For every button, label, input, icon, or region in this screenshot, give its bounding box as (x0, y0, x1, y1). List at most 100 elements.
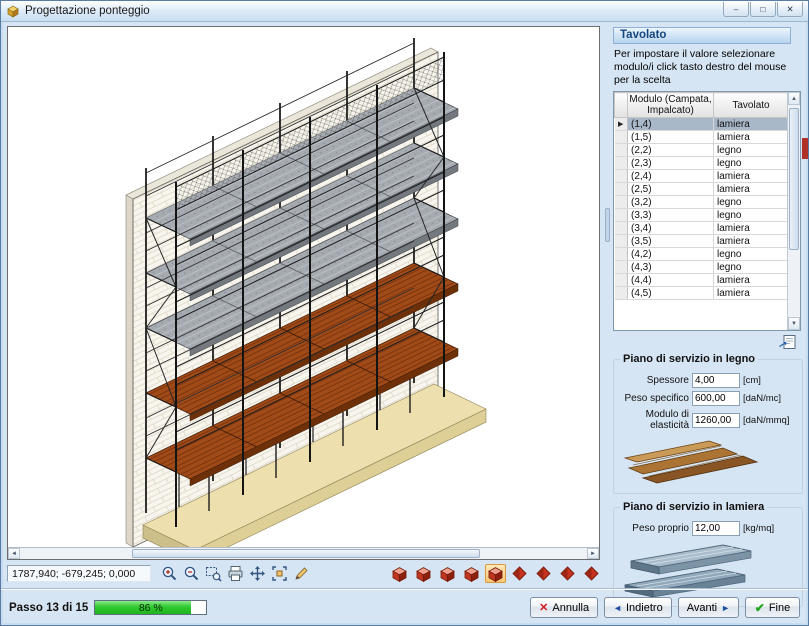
row-selector-cell[interactable] (615, 170, 628, 183)
column-header-modulo[interactable]: Modulo (Campata, Impalcato) (628, 93, 714, 118)
vscroll-thumb[interactable] (789, 108, 799, 250)
modulo-cell[interactable]: (3,3) (628, 209, 714, 222)
panel-splitter[interactable] (602, 26, 612, 560)
canvas-horizontal-scrollbar[interactable]: ◄ ► (8, 547, 599, 559)
table-row[interactable]: (2,3)legno (615, 157, 789, 170)
table-scrollbar[interactable]: ▲ ▼ (787, 92, 800, 330)
table-row[interactable]: (2,4)lamiera (615, 170, 789, 183)
scroll-down-icon[interactable]: ▼ (788, 317, 800, 330)
indietro-button[interactable]: ◄ Indietro (604, 597, 672, 618)
scroll-up-icon[interactable]: ▲ (788, 92, 800, 105)
modulo-cell[interactable]: (4,4) (628, 274, 714, 287)
close-button[interactable]: ✕ (777, 2, 803, 17)
row-selector-cell[interactable] (615, 157, 628, 170)
table-row[interactable]: (2,2)legno (615, 144, 789, 157)
row-selector-cell[interactable] (615, 209, 628, 222)
cube-view-button-2[interactable] (413, 564, 434, 583)
scroll-left-icon[interactable]: ◄ (8, 548, 20, 559)
tavolato-cell[interactable]: legno (714, 248, 789, 261)
column-header-tavolato[interactable]: Tavolato (714, 93, 789, 118)
annulla-button[interactable]: ✕ Annulla (530, 597, 598, 618)
apply-selection-icon[interactable] (778, 334, 797, 350)
table-row[interactable]: (2,5)lamiera (615, 183, 789, 196)
tavolato-cell[interactable]: legno (714, 209, 789, 222)
modulo-cell[interactable]: (3,2) (628, 196, 714, 209)
row-selector-cell[interactable] (615, 274, 628, 287)
modulo-cell[interactable]: (2,2) (628, 144, 714, 157)
zoom-in-button[interactable] (159, 564, 179, 583)
diamond-view-button-1[interactable] (509, 564, 530, 583)
diamond-view-button-4[interactable] (581, 564, 602, 583)
pan-button[interactable] (247, 564, 267, 583)
hscroll-thumb[interactable] (132, 549, 480, 558)
hscroll-track[interactable] (20, 548, 587, 559)
cube-view-button-4[interactable] (461, 564, 482, 583)
row-selector-cell[interactable] (615, 261, 628, 274)
modulo-cell[interactable]: (1,4) (628, 118, 714, 131)
table-row[interactable]: (3,3)legno (615, 209, 789, 222)
table-row[interactable]: (1,5)lamiera (615, 131, 789, 144)
zoom-extents-button[interactable] (269, 564, 289, 583)
cube-view-button-3[interactable] (437, 564, 458, 583)
tavolato-cell[interactable]: lamiera (714, 222, 789, 235)
table-row[interactable]: (4,5)lamiera (615, 287, 789, 300)
fine-button[interactable]: ✔ Fine (745, 597, 800, 618)
table-row[interactable]: (4,3)legno (615, 261, 789, 274)
avanti-button[interactable]: Avanti ► (678, 597, 739, 618)
tavolato-cell[interactable]: lamiera (714, 287, 789, 300)
table-row[interactable]: (3,2)legno (615, 196, 789, 209)
peso-proprio-input[interactable] (692, 521, 740, 536)
row-selector-cell[interactable] (615, 131, 628, 144)
row-selector-cell[interactable] (615, 196, 628, 209)
row-selector-cell[interactable] (615, 144, 628, 157)
row-selector-cell[interactable] (615, 222, 628, 235)
peso-specifico-input[interactable] (692, 391, 740, 406)
tavolato-cell[interactable]: legno (714, 261, 789, 274)
table-row[interactable]: ▶(1,4)lamiera (615, 118, 789, 131)
modulo-cell[interactable]: (4,5) (628, 287, 714, 300)
tavolato-cell[interactable]: lamiera (714, 183, 789, 196)
scaffold-3d-view[interactable]: ◄ ► (7, 26, 600, 560)
diamond-view-button-2[interactable] (533, 564, 554, 583)
modulo-cell[interactable]: (2,3) (628, 157, 714, 170)
table-row[interactable]: (4,4)lamiera (615, 274, 789, 287)
row-selector-cell[interactable] (615, 235, 628, 248)
modulo-cell[interactable]: (3,4) (628, 222, 714, 235)
table-row[interactable]: (3,5)lamiera (615, 235, 789, 248)
splitter-grip[interactable] (605, 208, 610, 242)
tavolato-table[interactable]: Modulo (Campata, Impalcato) Tavolato ▶(1… (613, 91, 801, 331)
maximize-button[interactable]: □ (750, 2, 776, 17)
table-row[interactable]: (3,4)lamiera (615, 222, 789, 235)
scroll-right-icon[interactable]: ► (587, 548, 599, 559)
modulo-cell[interactable]: (4,3) (628, 261, 714, 274)
tavolato-cell[interactable]: lamiera (714, 131, 789, 144)
zoom-window-button[interactable] (203, 564, 223, 583)
modulo-elasticita-input[interactable] (692, 413, 740, 428)
row-selector-cell[interactable] (615, 183, 628, 196)
tavolato-cell[interactable]: lamiera (714, 170, 789, 183)
spessore-input[interactable] (692, 373, 740, 388)
diamond-view-button-3[interactable] (557, 564, 578, 583)
modulo-cell[interactable]: (3,5) (628, 235, 714, 248)
modulo-cell[interactable]: (2,4) (628, 170, 714, 183)
print-button[interactable] (225, 564, 245, 583)
tavolato-cell[interactable]: legno (714, 196, 789, 209)
cube-view-button-1[interactable] (389, 564, 410, 583)
vscroll-track[interactable] (788, 105, 800, 317)
modulo-cell[interactable]: (4,2) (628, 248, 714, 261)
minimize-button[interactable]: – (723, 2, 749, 17)
row-selector-cell[interactable] (615, 287, 628, 300)
tavolato-cell[interactable]: lamiera (714, 235, 789, 248)
cube-view-button-5-active[interactable] (485, 564, 506, 583)
row-selector-cell[interactable] (615, 248, 628, 261)
tavolato-cell[interactable]: lamiera (714, 274, 789, 287)
table-row[interactable]: (4,2)legno (615, 248, 789, 261)
modulo-cell[interactable]: (1,5) (628, 131, 714, 144)
edit-pen-button[interactable] (291, 564, 311, 583)
tavolato-cell[interactable]: legno (714, 157, 789, 170)
zoom-out-button[interactable] (181, 564, 201, 583)
row-selector-cell[interactable]: ▶ (615, 118, 628, 131)
tavolato-cell[interactable]: legno (714, 144, 789, 157)
modulo-cell[interactable]: (2,5) (628, 183, 714, 196)
tavolato-cell[interactable]: lamiera (714, 118, 789, 131)
